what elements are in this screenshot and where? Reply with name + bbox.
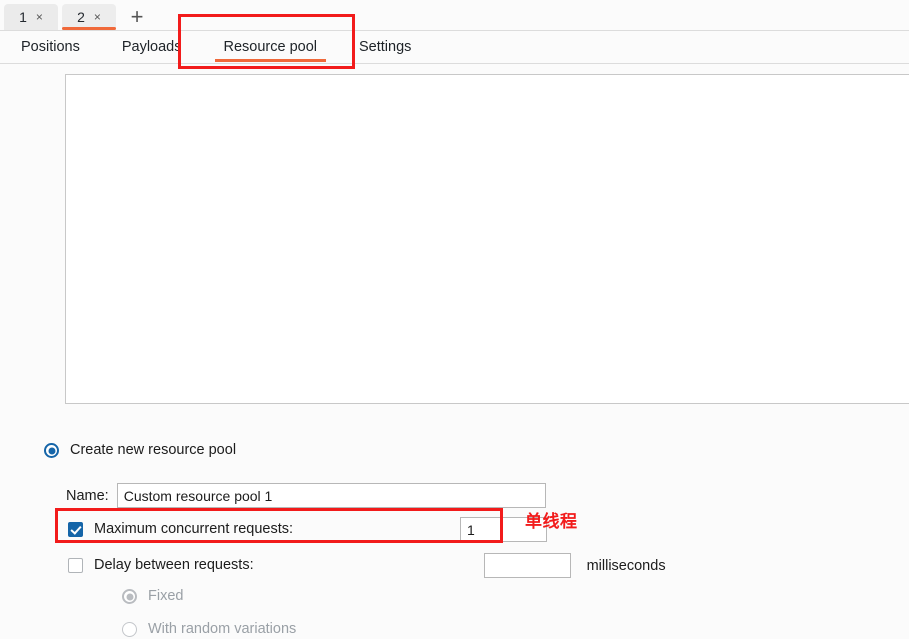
create-new-resource-pool-label: Create new resource pool [70,442,237,459]
delay-between-requests-input[interactable] [483,553,571,578]
close-icon[interactable]: × [94,11,101,23]
milliseconds-label: milliseconds [586,557,666,574]
delay-between-requests-row: Delay between requests: milliseconds [68,553,666,578]
add-tab-icon[interactable]: + [120,4,154,30]
name-input[interactable] [116,483,546,508]
attack-tab-2-label: 2 [77,9,85,25]
attack-tab-1-label: 1 [19,9,27,25]
tab-positions[interactable]: Positions [0,31,101,64]
radio-selected-icon [44,443,59,458]
delay-fixed-label: Fixed [148,588,184,605]
tab-resource-pool-label: Resource pool [223,39,318,55]
radio-selected-disabled-icon [122,589,137,604]
section-tab-bar: Positions Payloads Resource pool Setting… [0,30,909,64]
name-label: Name: [66,487,109,504]
annotation-note-single-thread: 单线程 [525,512,578,532]
name-row: Name: [66,483,546,508]
delay-random-option[interactable]: With random variations [122,622,296,637]
resource-pool-form: Create new resource pool Name: Maximum c… [0,405,909,639]
attack-tab-1[interactable]: 1 × [4,4,58,30]
radio-unselected-disabled-icon [122,622,137,637]
tab-payloads-label: Payloads [121,39,182,55]
attack-tab-strip: 1 × 2 × + [0,0,909,30]
tab-positions-label: Positions [21,39,80,55]
resource-pool-table[interactable] [65,74,909,404]
attack-tab-2[interactable]: 2 × [62,4,116,30]
delay-fixed-option[interactable]: Fixed [122,589,183,604]
resource-pool-list-area [0,65,909,405]
tab-settings-label: Settings [359,39,412,55]
delay-random-label: With random variations [148,621,297,638]
create-new-resource-pool-option[interactable]: Create new resource pool [44,443,236,458]
close-icon[interactable]: × [36,11,43,23]
tab-resource-pool[interactable]: Resource pool [203,31,339,64]
delay-between-requests-label: Delay between requests: [94,557,254,574]
delay-between-requests-checkbox[interactable] [68,558,83,573]
tab-settings[interactable]: Settings [338,31,432,64]
tab-payloads[interactable]: Payloads [101,31,203,64]
max-concurrent-requests-row: Maximum concurrent requests: [68,517,548,542]
max-concurrent-requests-checkbox[interactable] [68,522,83,537]
max-concurrent-requests-label: Maximum concurrent requests: [94,521,294,538]
